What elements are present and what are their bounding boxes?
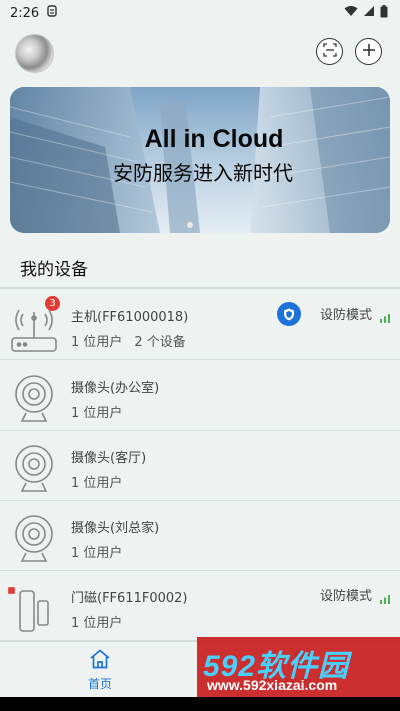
scan-button[interactable] [316, 38, 343, 65]
cell-signal-icon [363, 5, 375, 21]
status-time: 2:26 [10, 5, 40, 21]
device-info: 1 位用户 [71, 402, 122, 421]
device-name: 摄像头(客厅) [71, 451, 147, 466]
promo-banner[interactable]: All in Cloud 安防服务进入新时代 [10, 87, 390, 233]
status-bar: 2:26 [0, 0, 400, 26]
banner-title: All in Cloud [144, 125, 284, 153]
signal-strength-icon [380, 589, 390, 608]
device-user-count: 1 位用户 [71, 476, 123, 491]
camera-icon [8, 439, 60, 495]
device-row-host[interactable]: 3 主机(FF61000018) 1 位用户 2 个设备 设防模式 [0, 291, 400, 360]
device-row-camera-office[interactable]: 摄像头(办公室) 1 位用户 [0, 362, 400, 431]
notification-badge: 3 [45, 296, 60, 311]
plus-icon [362, 42, 376, 61]
tab-home-label: 首页 [87, 676, 112, 691]
watermark-url: www.592xiazai.com [207, 677, 338, 693]
device-info: 1 位用户 [71, 542, 122, 561]
notification-icon [47, 5, 57, 21]
device-name: 门磁(FF611F0002) [71, 591, 188, 606]
device-info: 1 位用户 2 个设备 [71, 331, 186, 350]
home-icon [89, 648, 111, 673]
device-user-count: 1 位用户 [71, 616, 123, 631]
battery-icon [380, 4, 388, 22]
system-nav-bar [0, 697, 400, 711]
top-bar [0, 30, 400, 74]
device-user-count: 1 位用户 [71, 335, 123, 350]
device-row-camera-liu-home[interactable]: 摄像头(刘总家) 1 位用户 [0, 502, 400, 571]
banner-page-indicator [187, 222, 193, 228]
device-name: 摄像头(办公室) [71, 381, 160, 396]
device-count: 2 个设备 [134, 335, 186, 350]
device-user-count: 1 位用户 [71, 546, 123, 561]
add-device-button[interactable] [355, 38, 382, 65]
device-name: 主机(FF61000018) [71, 310, 189, 325]
camera-icon [8, 509, 60, 565]
device-info: 1 位用户 [71, 612, 122, 631]
divider [0, 287, 400, 289]
shield-icon [277, 302, 301, 326]
banner-subtitle: 安防服务进入新时代 [113, 161, 293, 185]
door-sensor-icon [8, 579, 60, 635]
device-user-count: 1 位用户 [71, 406, 123, 421]
arm-mode-label: 设防模式 [319, 589, 372, 604]
device-row-door-sensor[interactable]: 门磁(FF611F0002) 1 位用户 设防模式 [0, 572, 400, 641]
avatar[interactable] [15, 34, 54, 73]
signal-strength-icon [380, 308, 390, 327]
device-row-camera-livingroom[interactable]: 摄像头(客厅) 1 位用户 [0, 432, 400, 501]
tab-home[interactable]: 首页 [0, 642, 200, 698]
scan-icon [322, 42, 337, 61]
wifi-icon [344, 5, 358, 21]
device-info: 1 位用户 [71, 472, 122, 491]
camera-icon [8, 369, 60, 425]
arm-mode-label: 设防模式 [319, 308, 372, 323]
watermark: 592软件园 www.592xiazai.com [197, 637, 400, 697]
section-title: 我的设备 [20, 260, 88, 280]
device-name: 摄像头(刘总家) [71, 521, 160, 536]
